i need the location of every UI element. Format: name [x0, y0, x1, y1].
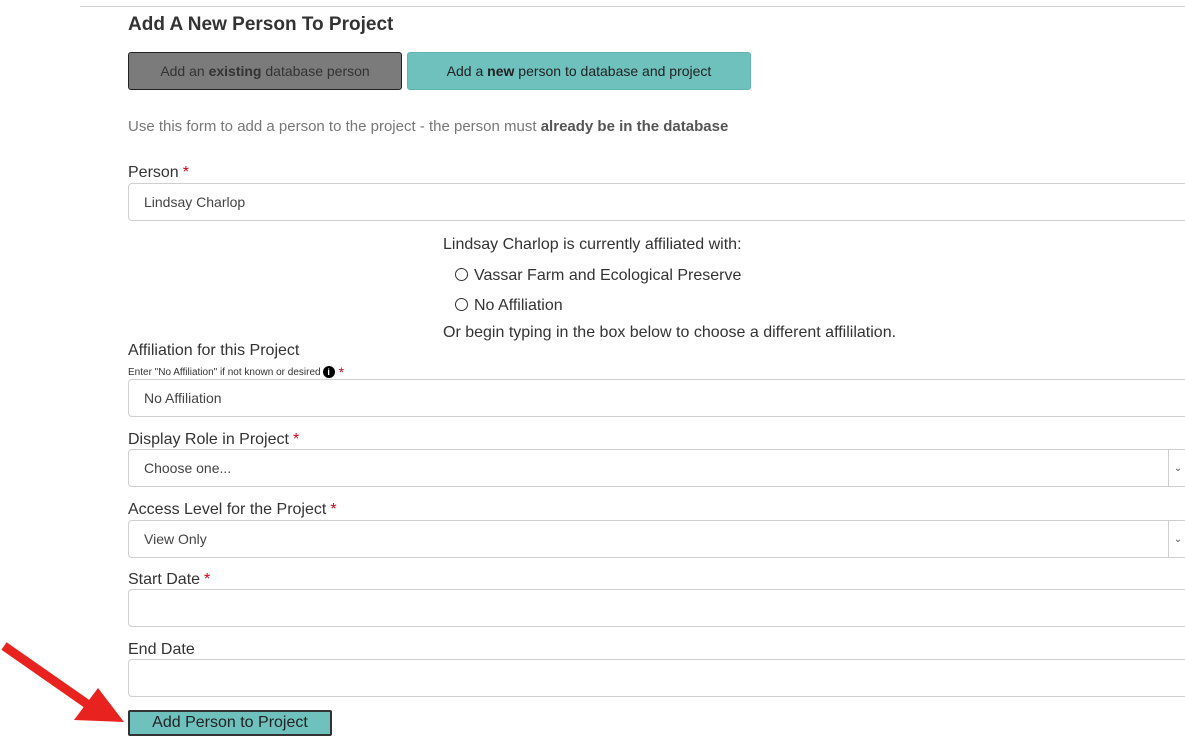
required-marker: * — [338, 364, 345, 380]
affiliation-option-label: No Affiliation — [474, 297, 563, 314]
start-date-label: Start Date * — [128, 571, 210, 589]
required-marker: * — [330, 501, 337, 518]
affiliation-hint: Or begin typing in the box below to choo… — [443, 324, 897, 341]
intro-bold: already be in the database — [540, 118, 729, 135]
radio-icon[interactable] — [455, 268, 468, 281]
affiliation-sublabel-text: Enter "No Affiliation" if not known or d… — [128, 366, 321, 378]
access-level-select[interactable]: View Only ⌄ — [128, 520, 1185, 558]
person-input[interactable]: Lindsay Charlop — [128, 183, 1185, 221]
info-icon[interactable]: i — [322, 366, 335, 378]
page-title: Add A New Person To Project — [128, 14, 394, 35]
access-level-value: View Only — [144, 531, 207, 547]
new-tab-pre: Add a — [446, 63, 488, 79]
affiliation-label: Affiliation for this Project — [128, 342, 300, 359]
affiliation-option-label: Vassar Farm and Ecological Preserve — [474, 267, 742, 284]
affiliation-input-value: No Affiliation — [144, 390, 222, 406]
top-divider — [80, 6, 1185, 7]
person-label: Person * — [128, 164, 189, 182]
display-role-value: Choose one... — [144, 460, 232, 476]
new-tab-bold: new — [487, 63, 515, 79]
intro-text: Use this form to add a person to the pro… — [128, 118, 541, 135]
access-level-label: Access Level for the Project * — [128, 501, 337, 519]
person-input-value: Lindsay Charlop — [144, 194, 246, 210]
radio-icon[interactable] — [455, 298, 468, 311]
form-intro: Use this form to add a person to the pro… — [128, 118, 728, 135]
red-arrow-annotation — [1, 642, 124, 722]
new-person-tab[interactable]: Add a new person to database and project — [407, 52, 751, 90]
affiliation-option-vassar[interactable]: Vassar Farm and Ecological Preserve — [455, 267, 741, 285]
required-marker: * — [182, 164, 189, 181]
existing-person-tab[interactable]: Add an existing database person — [128, 52, 402, 90]
end-date-input[interactable] — [128, 659, 1185, 697]
display-role-select[interactable]: Choose one... ⌄ — [128, 449, 1185, 487]
affiliation-option-none[interactable]: No Affiliation — [455, 297, 563, 315]
person-label-text: Person — [128, 164, 179, 181]
display-role-label: Display Role in Project * — [128, 431, 299, 449]
chevron-down-icon[interactable]: ⌄ — [1168, 521, 1185, 557]
start-date-label-text: Start Date — [128, 571, 201, 588]
existing-tab-post: database person — [261, 63, 370, 79]
end-date-label: End Date — [128, 641, 195, 658]
add-person-button[interactable]: Add Person to Project — [128, 710, 332, 736]
access-level-label-text: Access Level for the Project — [128, 501, 327, 518]
chevron-down-icon[interactable]: ⌄ — [1168, 450, 1185, 486]
display-role-label-text: Display Role in Project — [128, 431, 289, 448]
affiliation-input[interactable]: No Affiliation — [128, 379, 1185, 417]
affiliation-heading: Lindsay Charlop is currently affiliated … — [443, 236, 742, 253]
affiliation-sublabel: Enter "No Affiliation" if not known or d… — [128, 364, 344, 380]
existing-tab-bold: existing — [208, 63, 262, 79]
new-tab-post: person to database and project — [514, 63, 712, 79]
required-marker: * — [204, 571, 211, 588]
existing-tab-pre: Add an — [160, 63, 209, 79]
start-date-input[interactable] — [128, 589, 1185, 627]
required-marker: * — [292, 431, 300, 448]
